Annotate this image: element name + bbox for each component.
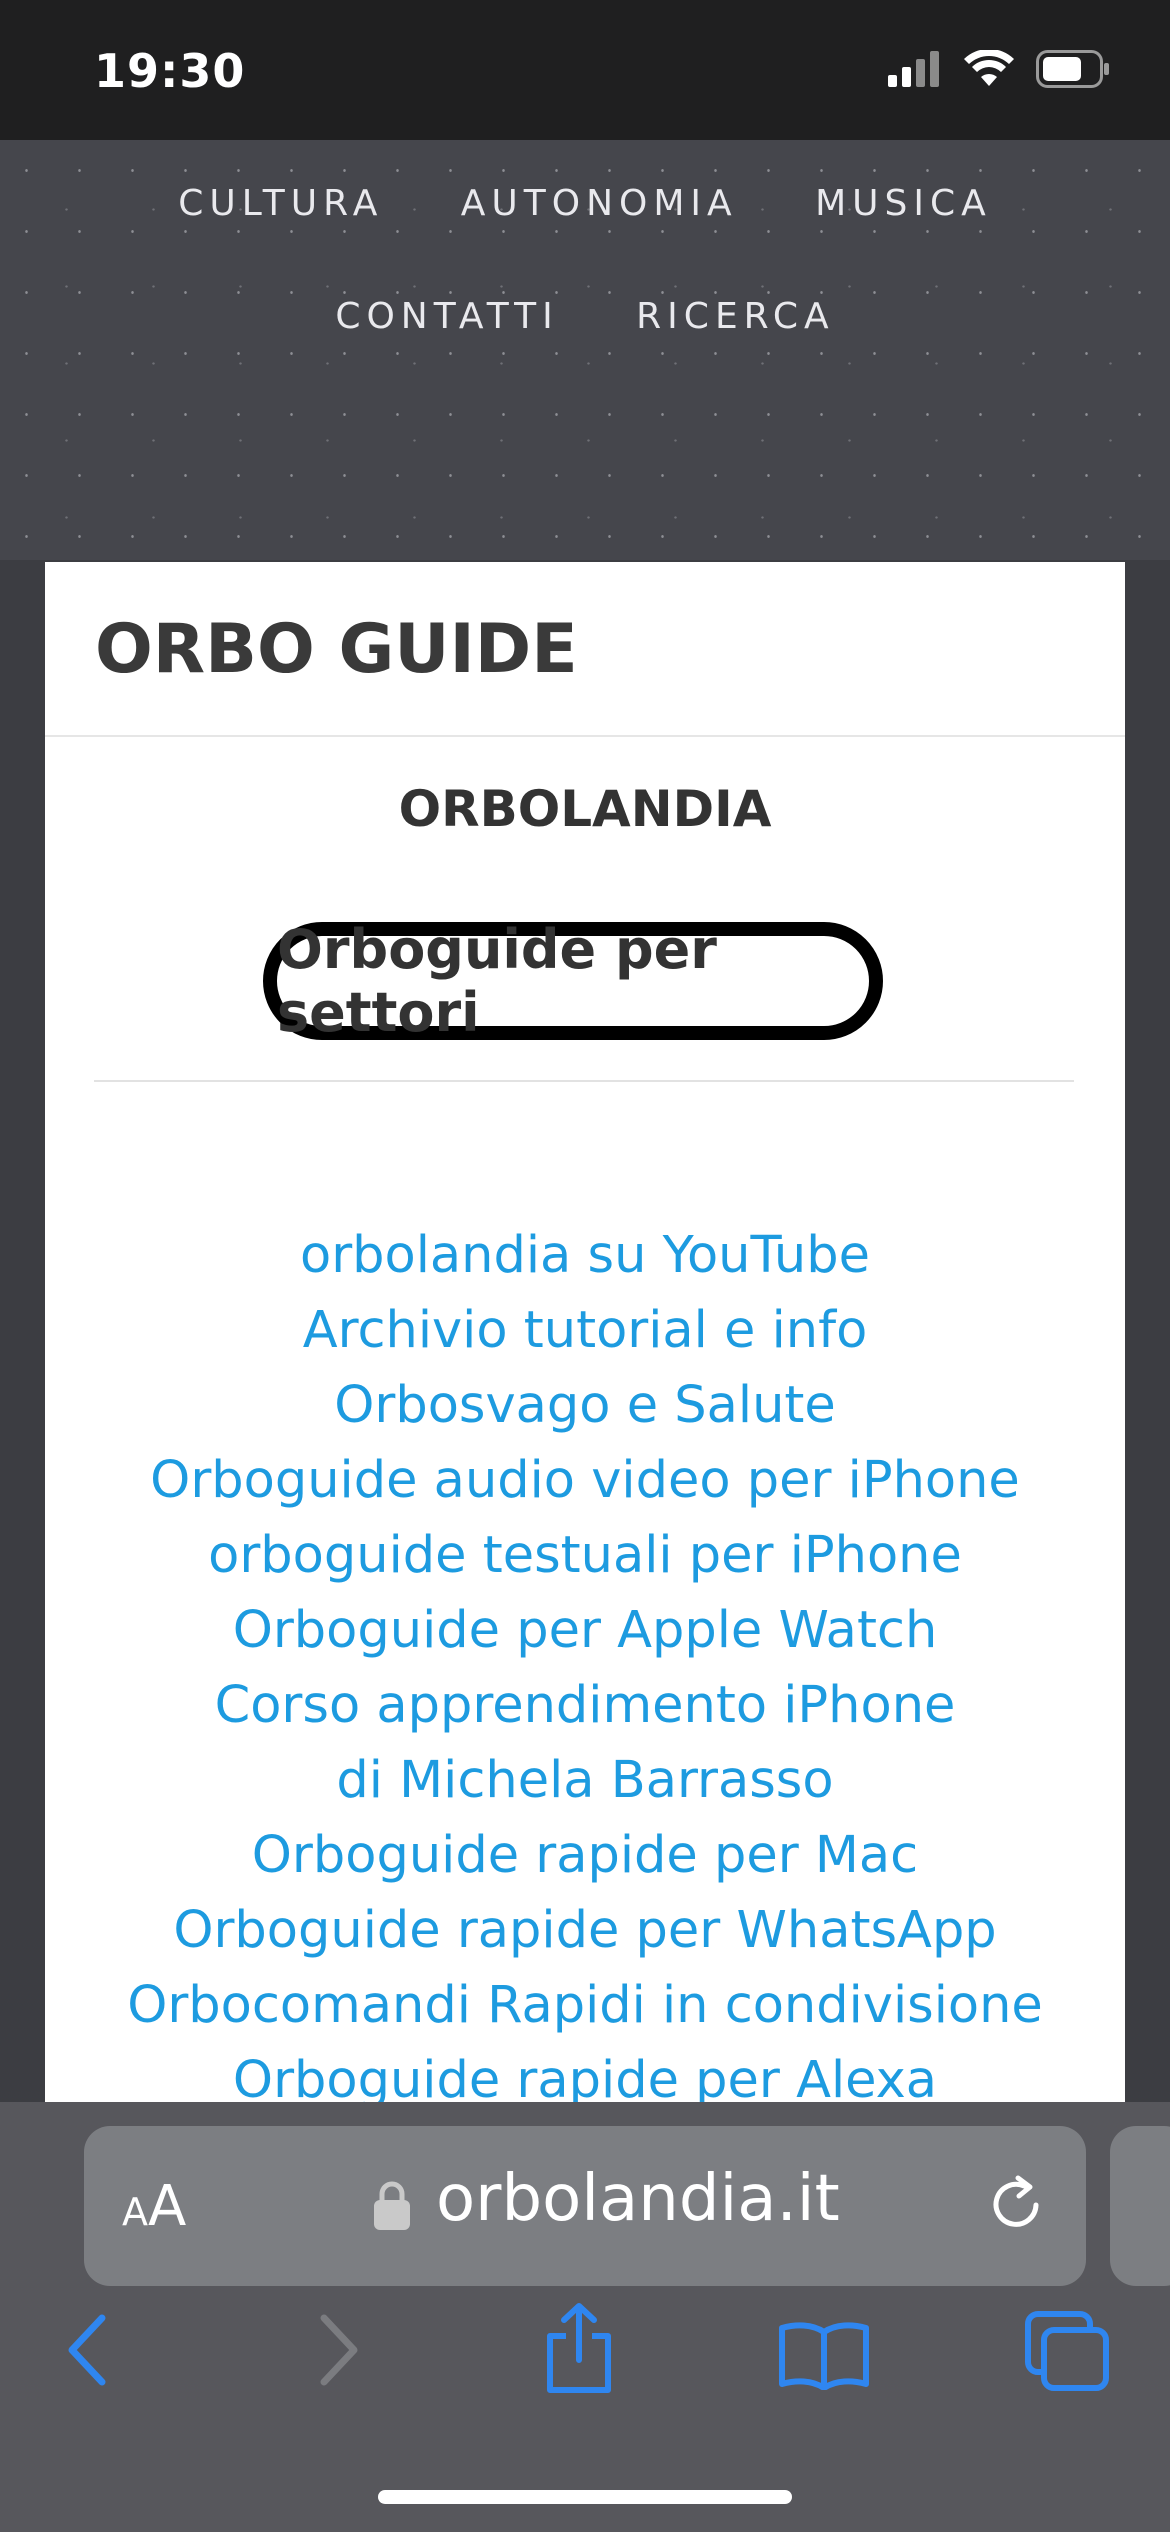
link-corso-iphone[interactable]: Corso apprendimento iPhone	[45, 1668, 1125, 1743]
divider	[94, 1080, 1074, 1082]
link-alexa[interactable]: Orboguide rapide per Alexa	[45, 2043, 1125, 2102]
link-mac[interactable]: Orboguide rapide per Mac	[45, 1818, 1125, 1893]
link-archivio[interactable]: Archivio tutorial e info	[45, 1293, 1125, 1368]
main-nav-row-1: CULTURA AUTONOMIA MUSICA	[0, 183, 1170, 224]
signal-icon	[888, 51, 939, 87]
nav-link-musica[interactable]: MUSICA	[815, 183, 992, 224]
orboguide-per-settori-link[interactable]: Orboguide per settori	[263, 918, 883, 1044]
link-list: orbolandia su YouTube Archivio tutorial …	[45, 1218, 1125, 2102]
status-bar: 19:30	[0, 0, 1170, 140]
link-comandi-rapidi[interactable]: Orbocomandi Rapidi in condivisione	[45, 1968, 1125, 2043]
divider	[45, 735, 1125, 737]
reload-icon[interactable]	[984, 2172, 1050, 2238]
link-orbosvago[interactable]: Orbosvago e Salute	[45, 1368, 1125, 1443]
link-youtube[interactable]: orbolandia su YouTube	[45, 1218, 1125, 1293]
page-title: ORBO GUIDE	[95, 610, 578, 689]
nav-link-ricerca[interactable]: RICERCA	[636, 296, 835, 337]
address-bar[interactable]: AA orbolandia.it	[84, 2126, 1086, 2286]
text-size-button[interactable]: AA	[122, 2174, 186, 2239]
nav-link-contatti[interactable]: CONTATTI	[335, 296, 558, 337]
link-corso-iphone-author[interactable]: di Michela Barrasso	[45, 1743, 1125, 1818]
status-icons	[888, 50, 1110, 88]
lock-icon	[374, 2181, 410, 2230]
tabs-icon[interactable]	[1024, 2310, 1112, 2394]
link-audio-video-iphone[interactable]: Orboguide audio video per iPhone	[45, 1443, 1125, 1518]
battery-icon	[1036, 50, 1109, 88]
bookmarks-icon[interactable]	[778, 2320, 870, 2390]
nav-link-cultura[interactable]: CULTURA	[178, 183, 383, 224]
next-tab-preview[interactable]	[1110, 2126, 1170, 2286]
home-indicator[interactable]	[378, 2490, 792, 2504]
content-card: ORBO GUIDE ORBOLANDIA Orboguide per sett…	[45, 562, 1125, 2102]
browser-nav-buttons	[0, 2303, 1170, 2420]
link-whatsapp[interactable]: Orboguide rapide per WhatsApp	[45, 1893, 1125, 1968]
main-nav-row-2: CONTATTI RICERCA	[0, 296, 1170, 337]
back-icon[interactable]	[62, 2310, 112, 2390]
link-apple-watch[interactable]: Orboguide per Apple Watch	[45, 1593, 1125, 1668]
section-title: ORBOLANDIA	[398, 780, 772, 838]
wifi-icon	[964, 50, 1014, 86]
clock: 19:30	[94, 44, 246, 98]
url-domain[interactable]: orbolandia.it	[436, 2162, 840, 2236]
link-testuali-iphone[interactable]: orboguide testuali per iPhone	[45, 1518, 1125, 1593]
forward-icon[interactable]	[314, 2310, 364, 2390]
nav-link-autonomia[interactable]: AUTONOMIA	[461, 183, 738, 224]
share-icon[interactable]	[544, 2302, 614, 2394]
